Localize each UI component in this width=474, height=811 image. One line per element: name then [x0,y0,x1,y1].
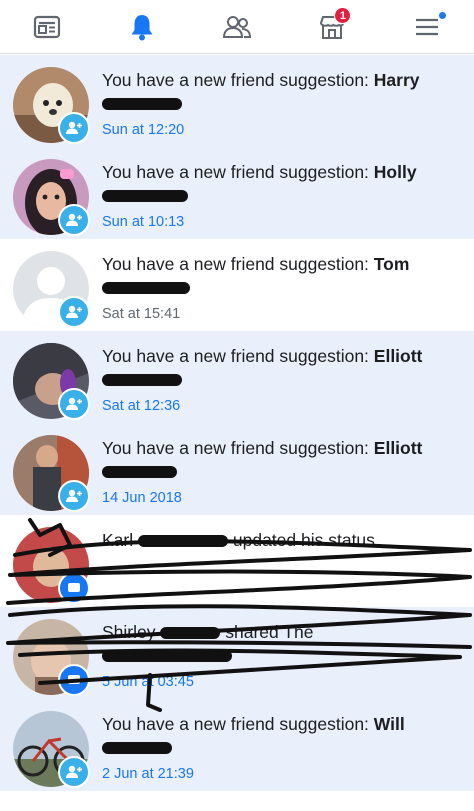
notification-time: 14 Jun 2018 [102,490,182,506]
notification-text: Shirley shared The [102,621,462,667]
friend-suggestion-badge [58,756,90,788]
notification-time: 5 Jun at 03:45 [102,674,194,690]
notification-time: 2 Jun at 21:39 [102,766,194,782]
menu-icon [415,18,438,36]
notification-item[interactable]: Karl updated his status. [0,515,474,607]
tab-marketplace[interactable]: 1 [284,0,379,54]
tab-menu[interactable] [379,0,474,54]
marketplace-badge: 1 [334,7,352,24]
tab-friends[interactable] [190,0,285,54]
notification-text: You have a new friend suggestion: Elliot… [102,437,462,483]
add-friend-icon [66,305,82,318]
add-friend-icon [66,121,82,134]
status-update-badge [58,572,90,604]
notifications-list: You have a new friend suggestion: Harry … [0,55,474,791]
notification-text: You have a new friend suggestion: Holly [102,161,462,207]
menu-new-dot [438,11,448,20]
notification-item[interactable]: You have a new friend suggestion: Holly … [0,147,474,239]
notification-text: You have a new friend suggestion: Tom [102,253,462,299]
quote-icon [68,583,80,592]
friend-suggestion-badge [58,112,90,144]
notification-item[interactable]: You have a new friend suggestion: Elliot… [0,331,474,423]
friend-suggestion-badge [58,296,90,328]
notification-text: You have a new friend suggestion: Harry [102,69,462,115]
notification-item[interactable]: You have a new friend suggestion: Harry … [0,55,474,147]
add-friend-icon [66,213,82,226]
notification-time: Sat at 15:41 [102,306,181,322]
notification-item[interactable]: You have a new friend suggestion: Elliot… [0,423,474,515]
notification-item[interactable]: Shirley shared The 5 Jun at 03:45 [0,607,474,699]
add-friend-icon [66,397,82,410]
notification-time: Sun at 10:13 [102,214,185,230]
friends-icon [222,16,251,38]
notification-item[interactable]: You have a new friend suggestion: Will 2… [0,699,474,791]
news-feed-icon [34,15,61,39]
notification-text: Karl updated his status. [102,530,380,550]
notification-item[interactable]: You have a new friend suggestion: Tom Sa… [0,239,474,331]
tab-notifications[interactable] [95,0,190,54]
notification-text: You have a new friend suggestion: Will [102,713,462,759]
add-friend-icon [66,765,82,778]
friend-suggestion-badge [58,480,90,512]
friend-suggestion-badge [58,388,90,420]
bell-icon [131,15,153,41]
notification-time: Sat at 12:36 [102,398,181,414]
friend-suggestion-badge [58,204,90,236]
quote-icon [68,675,80,684]
notification-time: Sun at 12:20 [102,122,185,138]
status-update-badge [58,664,90,696]
tab-news-feed[interactable] [0,0,95,54]
add-friend-icon [66,489,82,502]
top-navigation-bar: 1 [0,0,474,54]
notification-text: You have a new friend suggestion: Elliot… [102,345,462,391]
